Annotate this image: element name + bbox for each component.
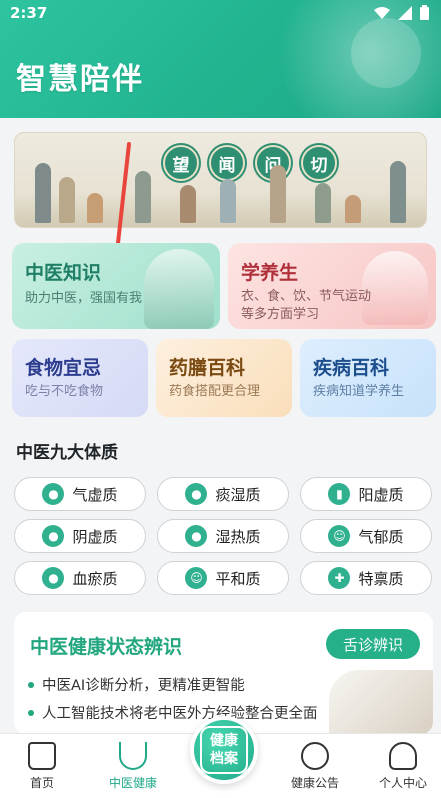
constitution-item[interactable]: ▮ 阳虚质 — [300, 477, 432, 511]
status-bar: 2:37 — [0, 0, 441, 26]
battery-icon — [420, 5, 429, 20]
banner-figure — [270, 165, 286, 223]
section-title-constitution: 中医九大体质 — [16, 443, 118, 463]
banner-figure — [315, 183, 331, 223]
nav-health-notice[interactable]: 健康公告 — [277, 742, 353, 791]
card-title: 疾病百科 — [313, 357, 390, 379]
home-icon — [28, 742, 56, 770]
app-title: 智慧陪伴 — [16, 62, 144, 97]
card-subtitle: 药食搭配更合理 — [169, 384, 261, 399]
banner-figure — [345, 195, 361, 223]
puzzle-icon: ✚ — [328, 567, 351, 589]
card-food-dos-donts[interactable]: 食物宜忌 吃与不吃食物 — [12, 339, 148, 417]
banner-figure — [180, 185, 196, 223]
app-header: 2:37 智慧陪伴 — [0, 0, 441, 118]
nav-profile[interactable]: 个人中心 — [365, 742, 441, 791]
card-subtitle: 吃与不吃食物 — [25, 384, 104, 399]
mortar-icon — [119, 742, 147, 770]
constitution-item[interactable]: ● 血瘀质 — [14, 561, 146, 595]
user-icon — [389, 742, 417, 770]
card-subtitle: 助力中医，强国有我 — [25, 291, 143, 306]
panel-title: 中医健康状态辨识 — [30, 636, 183, 658]
tongue-diagnosis-button[interactable]: 舌诊辨识 — [326, 629, 420, 659]
banner-figure — [390, 161, 406, 223]
panel-bullet: 人工智能技术将老中医外方经验整合更全面 — [28, 702, 318, 723]
constitution-item[interactable]: ☺ 气郁质 — [300, 519, 432, 553]
card-learn-wellness[interactable]: 学养生 衣、食、饮、节气运动等多方面学习 — [228, 243, 436, 329]
banner-figure — [35, 163, 51, 223]
banner-seals: 望 闻 问 切 — [163, 145, 337, 181]
card-tcm-knowledge[interactable]: 中医知识 助力中医，强国有我 — [12, 243, 220, 329]
nav-tcm-health[interactable]: 中医健康 — [95, 742, 171, 791]
wifi-icon — [374, 6, 390, 19]
heart-chat-icon — [301, 742, 329, 770]
health-record-button[interactable]: 健康 档案 — [190, 716, 258, 784]
banner-seal: 切 — [301, 145, 337, 181]
banner-figure — [59, 177, 75, 223]
card-disease-encyclopedia[interactable]: 疾病百科 疾病知道学养生 — [300, 339, 436, 417]
constitution-item[interactable]: ● 痰湿质 — [157, 477, 289, 511]
banner-figure — [135, 171, 151, 223]
card-title: 学养生 — [241, 262, 299, 284]
blood-drop-icon: ● — [42, 567, 65, 589]
banner-seal: 闻 — [209, 145, 245, 181]
panel-illustration — [329, 670, 433, 734]
banner[interactable]: 望 闻 问 切 — [14, 132, 427, 228]
status-time: 2:37 — [10, 4, 48, 22]
scroll-icon: ▮ — [328, 483, 351, 505]
bottom-nav: 首页 中医健康 健康 档案 健康公告 个人中心 — [0, 716, 441, 798]
meditate-icon: ● — [42, 525, 65, 547]
person-icon: ● — [185, 483, 208, 505]
qi-icon: ● — [42, 483, 65, 505]
constitution-item[interactable]: ☺ 平和质 — [157, 561, 289, 595]
signal-icon — [398, 5, 412, 20]
banner-seal: 望 — [163, 145, 199, 181]
nav-home[interactable]: 首页 — [4, 742, 80, 791]
face-icon: ☺ — [328, 525, 351, 547]
card-subtitle: 疾病知道学养生 — [313, 384, 405, 399]
constitution-item[interactable]: ● 湿热质 — [157, 519, 289, 553]
panel-bullet: 中医AI诊断分析，更精准更智能 — [28, 674, 245, 695]
smile-icon: ☺ — [185, 567, 208, 589]
drops-icon: ● — [185, 525, 208, 547]
constitution-item[interactable]: ✚ 特禀质 — [300, 561, 432, 595]
card-title: 中医知识 — [25, 262, 102, 284]
card-title: 食物宜忌 — [25, 357, 102, 379]
card-subtitle: 衣、食、饮、节气运动等多方面学习 — [241, 289, 372, 322]
card-medicinal-diet[interactable]: 药膳百科 药食搭配更合理 — [156, 339, 292, 417]
tcm-doctor-illustration — [144, 249, 214, 329]
card-title: 药膳百科 — [169, 357, 246, 379]
constitution-item[interactable]: ● 气虚质 — [14, 477, 146, 511]
banner-figure — [220, 179, 236, 223]
constitution-item[interactable]: ● 阴虚质 — [14, 519, 146, 553]
